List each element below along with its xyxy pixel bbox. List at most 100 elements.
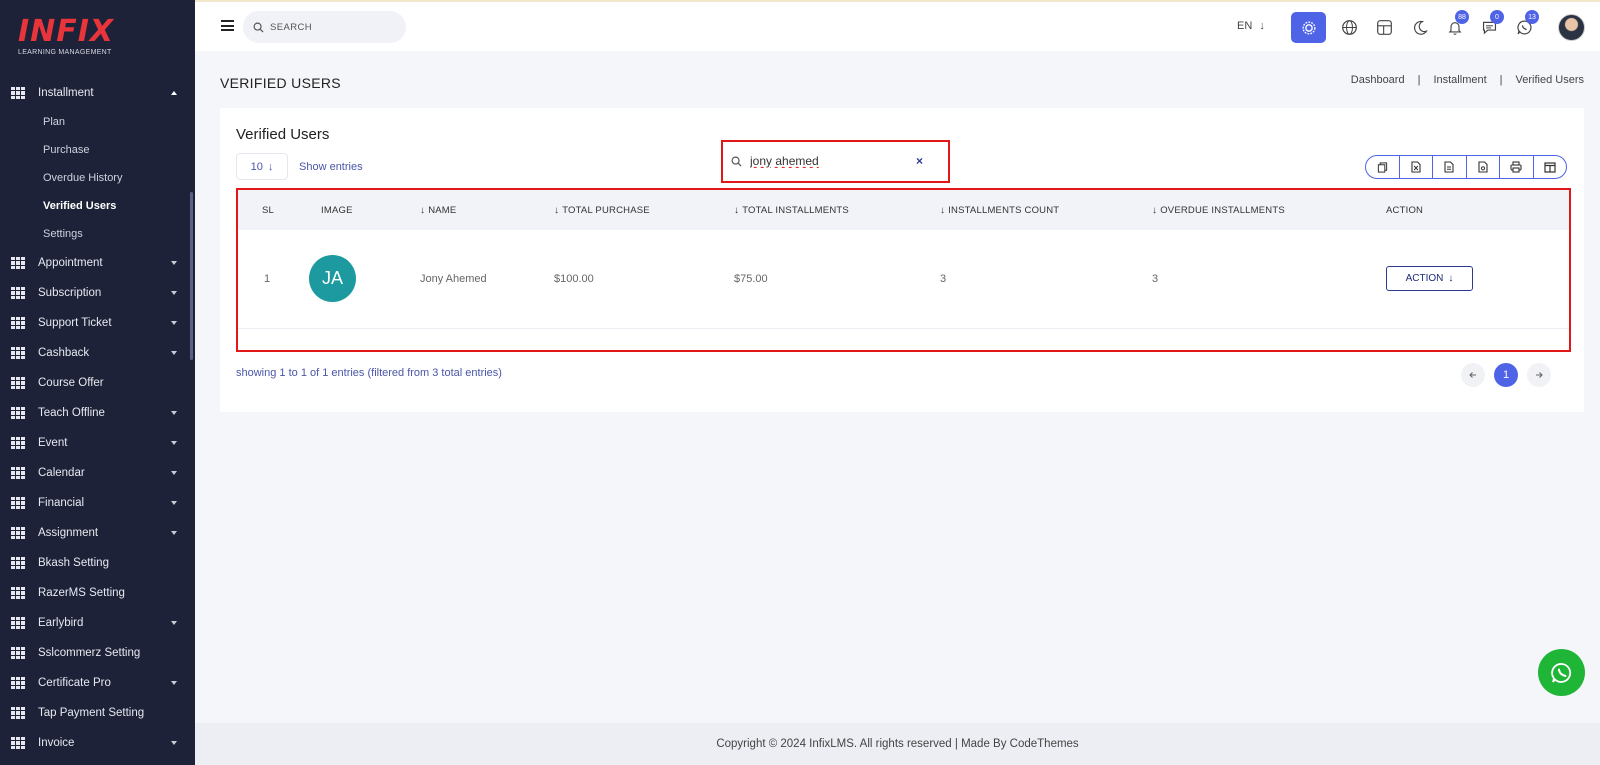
print-button[interactable] — [1500, 156, 1534, 178]
sidebar-item-calendar[interactable]: Calendar — [0, 458, 195, 488]
layout-button[interactable] — [1367, 12, 1402, 43]
caret-down-icon — [171, 531, 177, 535]
sidebar-item-installment[interactable]: Installment — [0, 78, 195, 108]
sort-arrow-icon: ↓ — [734, 204, 740, 216]
row-action-button[interactable]: ACTION ↓ — [1386, 266, 1473, 292]
sidebar-subitem-purchase[interactable]: Purchase — [0, 136, 195, 164]
breadcrumb-separator: | — [1417, 74, 1421, 86]
sidebar-item-earlybird[interactable]: Earlybird — [0, 608, 195, 638]
whatsapp-badge: 13 — [1525, 10, 1539, 24]
table-filter-input[interactable] — [750, 154, 910, 168]
grid-icon — [11, 287, 25, 299]
sidebar-subitem-settings[interactable]: Settings — [0, 220, 195, 248]
export-csv-button[interactable] — [1433, 156, 1467, 178]
sidebar-item-label: Teach Offline — [38, 407, 105, 419]
grid-icon — [11, 467, 25, 479]
caret-down-icon — [171, 351, 177, 355]
column-header-installments-count[interactable]: ↓ INSTALLMENTS COUNT — [940, 190, 1152, 230]
logo-subtitle: LEARNING MANAGEMENT — [18, 49, 112, 56]
breadcrumb-item-installment[interactable]: Installment — [1433, 74, 1486, 86]
breadcrumb-item-dashboard[interactable]: Dashboard — [1351, 74, 1405, 86]
table-filter-highlight: × — [721, 140, 950, 183]
arrow-down-icon: ↓ — [1259, 20, 1265, 32]
column-header-name[interactable]: ↓ NAME — [396, 190, 554, 230]
column-visibility-button[interactable] — [1534, 156, 1567, 178]
whatsapp-chat-button[interactable]: 13 — [1507, 10, 1542, 43]
caret-down-icon — [171, 321, 177, 325]
export-pdf-button[interactable] — [1467, 156, 1500, 178]
table-row: 1 JA Jony Ahemed $100.00 $75.00 3 3 ACTI… — [238, 230, 1569, 328]
sidebar-scrollbar[interactable] — [190, 192, 193, 360]
cell-total-purchase: $100.00 — [554, 272, 594, 285]
card-title: Verified Users — [236, 126, 330, 143]
grid-icon — [11, 347, 25, 359]
sidebar-item-label: Certificate Pro — [38, 677, 111, 689]
sidebar-item-certificate-pro[interactable]: Certificate Pro — [0, 668, 195, 698]
sidebar-item-tap-payment-setting[interactable]: Tap Payment Setting — [0, 698, 195, 728]
next-page-button[interactable] — [1527, 363, 1551, 387]
global-search-input[interactable] — [270, 21, 390, 33]
whatsapp-float-button[interactable] — [1538, 649, 1585, 696]
menu-toggle-icon[interactable] — [221, 20, 234, 31]
arrow-right-icon — [1536, 372, 1543, 378]
clear-filter-icon[interactable]: × — [916, 154, 923, 168]
table-filter[interactable]: × — [731, 150, 933, 172]
caret-up-icon — [171, 91, 177, 95]
sidebar-item-label: Sslcommerz Setting — [38, 647, 141, 659]
user-avatar[interactable] — [1558, 14, 1585, 41]
layout-icon — [1377, 20, 1392, 35]
sidebar-item-appointment[interactable]: Appointment — [0, 248, 195, 278]
language-selector[interactable]: EN ↓ — [1237, 20, 1265, 32]
brand-logo[interactable]: INFIX LEARNING MANAGEMENT — [18, 16, 114, 57]
sidebar-item-label: Bkash Setting — [38, 557, 109, 569]
language-label: EN — [1237, 20, 1253, 32]
column-header-total-purchase[interactable]: ↓ TOTAL PURCHASE — [554, 190, 734, 230]
sidebar: INFIX LEARNING MANAGEMENT Installment Pla… — [0, 0, 195, 765]
column-header-image[interactable]: IMAGE — [298, 190, 396, 230]
sidebar-item-invoice[interactable]: Invoice — [0, 728, 195, 758]
grid-icon — [11, 87, 25, 99]
table-header-row: SL IMAGE ↓ NAME ↓ TOTAL PURCHASE ↓ TOTAL IN… — [238, 190, 1569, 230]
page-button-current[interactable]: 1 — [1494, 363, 1518, 387]
sidebar-item-label: Support Ticket — [38, 317, 112, 329]
copy-button[interactable] — [1366, 156, 1400, 178]
sidebar-subitem-plan[interactable]: Plan — [0, 108, 195, 136]
sidebar-item-assignment[interactable]: Assignment — [0, 518, 195, 548]
previous-page-button[interactable] — [1461, 363, 1485, 387]
breadcrumb-separator: | — [1499, 74, 1503, 86]
sidebar-item-label: Assignment — [38, 527, 99, 539]
caret-down-icon — [171, 741, 177, 745]
sidebar-item-financial[interactable]: Financial — [0, 488, 195, 518]
sidebar-item-label: Installment — [38, 87, 94, 99]
dark-mode-toggle[interactable] — [1402, 12, 1437, 43]
messages-button[interactable]: 0 — [1472, 10, 1507, 43]
sidebar-item-razerms-setting[interactable]: RazerMS Setting — [0, 578, 195, 608]
sidebar-item-teach-offline[interactable]: Teach Offline — [0, 398, 195, 428]
column-header-overdue-installments[interactable]: ↓ OVERDUE INSTALLMENTS — [1152, 190, 1386, 230]
export-excel-button[interactable] — [1400, 156, 1433, 178]
user-initials-avatar: JA — [309, 255, 356, 303]
global-search[interactable] — [243, 11, 406, 43]
pagination: 1 — [1452, 363, 1551, 387]
sidebar-item-support-ticket[interactable]: Support Ticket — [0, 308, 195, 338]
sidebar-item-sslcommerz-setting[interactable]: Sslcommerz Setting — [0, 638, 195, 668]
sidebar-item-bkash-setting[interactable]: Bkash Setting — [0, 548, 195, 578]
column-header-sl[interactable]: SL — [238, 190, 298, 230]
settings-button[interactable] — [1291, 12, 1326, 43]
caret-down-icon — [171, 441, 177, 445]
grid-icon — [11, 617, 25, 629]
caret-down-icon — [171, 471, 177, 475]
website-button[interactable] — [1332, 12, 1367, 43]
notifications-button[interactable]: 88 — [1437, 10, 1472, 43]
entries-per-page-select[interactable]: 10 ↓ — [236, 153, 288, 180]
sidebar-item-subscription[interactable]: Subscription — [0, 278, 195, 308]
column-header-total-installments[interactable]: ↓ TOTAL INSTALLMENTS — [734, 190, 940, 230]
sidebar-item-event[interactable]: Event — [0, 428, 195, 458]
sidebar-item-cashback[interactable]: Cashback — [0, 338, 195, 368]
whatsapp-icon — [1550, 662, 1571, 683]
verified-users-table: SL IMAGE ↓ NAME ↓ TOTAL PURCHASE ↓ TOTAL IN… — [238, 190, 1569, 329]
show-entries-label: Show entries — [299, 161, 363, 173]
sidebar-item-course-offer[interactable]: Course Offer — [0, 368, 195, 398]
sidebar-subitem-verified-users[interactable]: Verified Users — [0, 192, 195, 220]
sidebar-subitem-overdue-history[interactable]: Overdue History — [0, 164, 195, 192]
